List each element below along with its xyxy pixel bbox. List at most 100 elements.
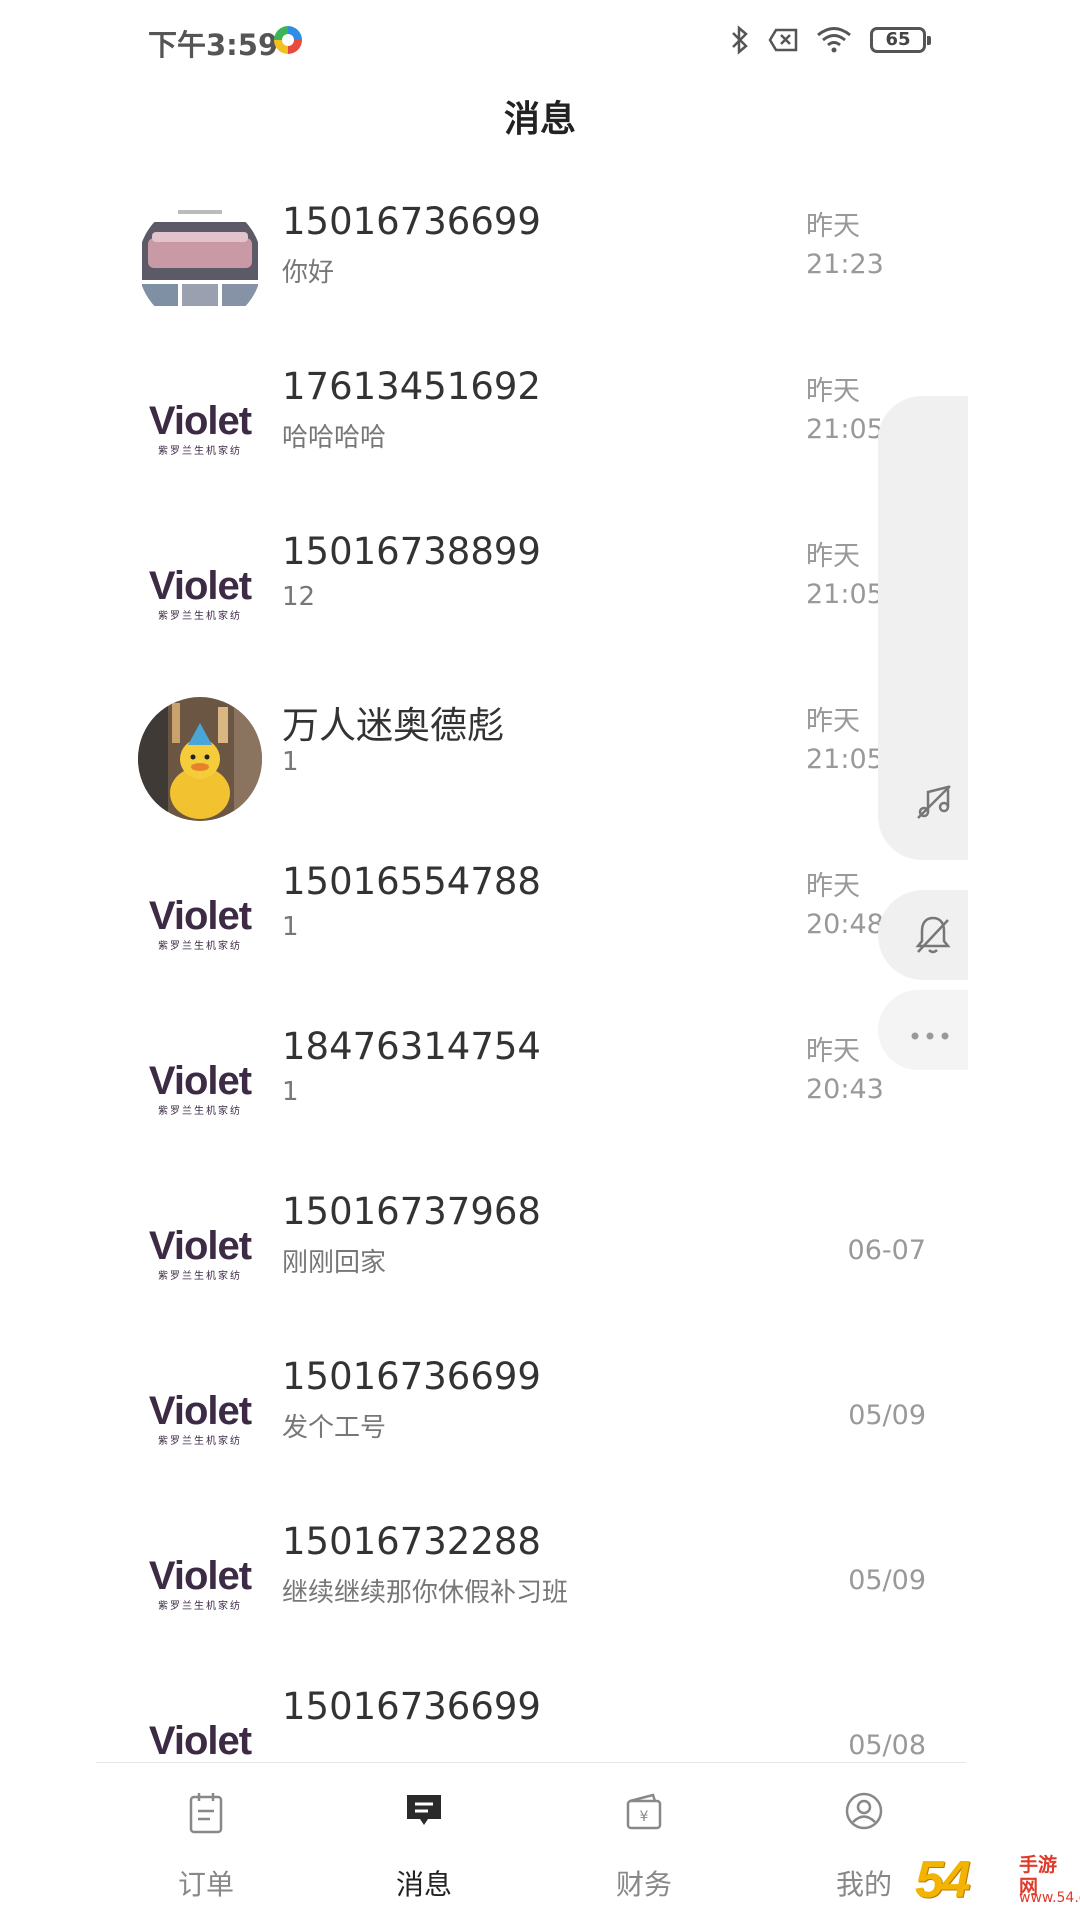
logo-word: Violet (148, 399, 252, 443)
logo-subtitle: 紫罗兰生机家纺 (158, 1271, 242, 1282)
tab-profile-label: 我的 (835, 1868, 892, 1901)
conversation-timestamp: 昨天 21:23 (806, 208, 884, 284)
conversation-timestamp: 05/09 (848, 1400, 926, 1431)
more-bubble[interactable] (878, 990, 968, 1070)
timestamp-date: 昨天 (806, 871, 860, 902)
avatar[interactable]: Violet 紫罗兰生机家纺 (138, 1522, 262, 1646)
avatar[interactable]: Violet 紫罗兰生机家纺 (138, 532, 262, 656)
logo-word: Violet (148, 1554, 252, 1598)
violet-logo-icon: Violet 紫罗兰生机家纺 (138, 1061, 262, 1117)
conversation-name: 15016738899 (282, 530, 541, 573)
avatar[interactable]: Violet 紫罗兰生机家纺 (138, 367, 262, 491)
conversation-timestamp: 05/09 (848, 1565, 926, 1596)
conversation-timestamp: 昨天 20:43 (806, 1033, 884, 1109)
bedding-photo-icon (138, 202, 262, 326)
violet-logo-icon: Violet 紫罗兰生机家纺 (138, 1226, 262, 1282)
tab-messages[interactable]: 消息 (354, 1763, 494, 1920)
battery-icon: 65 (870, 27, 931, 53)
conversation-name: 万人迷奥德彪 (282, 704, 504, 747)
sim-off-icon (768, 28, 798, 52)
mute-bubble[interactable] (878, 890, 968, 980)
violet-logo-icon: Violet 紫罗兰生机家纺 (138, 401, 262, 457)
conversation-name: 15016554788 (282, 860, 541, 903)
conversation-row[interactable]: Violet紫罗兰生机家纺 15016736699 05/08 (0, 1665, 1080, 1762)
floating-side-panel[interactable] (878, 396, 968, 860)
logo-subtitle: 紫罗兰生机家纺 (158, 941, 242, 952)
logo-word: Violet (148, 1719, 252, 1762)
conversation-preview: 12 (282, 582, 316, 612)
violet-logo-icon: Violet紫罗兰生机家纺 (138, 1721, 262, 1762)
tab-finance-label: 财务 (615, 1868, 672, 1901)
logo-subtitle: 紫罗兰生机家纺 (158, 446, 242, 457)
logo-word: Violet (148, 1224, 252, 1268)
tab-orders[interactable]: 订单 (136, 1763, 276, 1920)
conversation-row[interactable]: Violet 紫罗兰生机家纺 15016732288 继续继续那你休假补习班 05/09 (0, 1500, 1080, 1665)
conversation-preview: 你好 (282, 258, 335, 288)
logo-subtitle: 紫罗兰生机家纺 (158, 1601, 242, 1612)
bell-off-icon[interactable] (914, 914, 952, 960)
avatar[interactable]: Violet紫罗兰生机家纺 (138, 1687, 262, 1762)
timestamp-time: 21:05 (806, 579, 884, 610)
timestamp-date: 昨天 (806, 376, 860, 407)
conversation-timestamp: 昨天 20:48 (806, 868, 884, 944)
wifi-icon (816, 26, 852, 54)
site-watermark: 54 手游网 www.54.cn (915, 1850, 1080, 1916)
message-icon (404, 1791, 444, 1835)
logo-subtitle: 紫罗兰生机家纺 (158, 1106, 242, 1117)
logo-word: Violet (148, 1389, 252, 1433)
conversation-name: 18476314754 (282, 1025, 541, 1068)
violet-logo-icon: Violet 紫罗兰生机家纺 (138, 1556, 262, 1612)
logo-subtitle: 紫罗兰生机家纺 (158, 611, 242, 622)
timestamp-date: 昨天 (806, 1036, 860, 1067)
conversation-row[interactable]: Violet 紫罗兰生机家纺 15016737968 刚刚回家 06-07 (0, 1170, 1080, 1335)
conversation-preview: 1 (282, 1077, 299, 1107)
timestamp-time: 21:23 (806, 249, 884, 280)
logo-subtitle: 紫罗兰生机家纺 (158, 1436, 242, 1447)
conversation-row[interactable]: 15016736699 你好 昨天 21:23 (0, 180, 1080, 345)
avatar[interactable]: Violet 紫罗兰生机家纺 (138, 1027, 262, 1151)
tab-finance[interactable]: ¥ 财务 (574, 1763, 714, 1920)
conversation-preview: 1 (282, 912, 299, 942)
conversation-timestamp: 06-07 (847, 1235, 926, 1266)
logo-word: Violet (148, 564, 252, 608)
music-off-icon[interactable] (914, 782, 954, 826)
conversation-preview: 哈哈哈哈 (282, 423, 387, 453)
tab-profile[interactable]: 我的 (794, 1763, 934, 1920)
avatar[interactable] (138, 202, 262, 326)
profile-icon (844, 1791, 884, 1835)
timestamp-time: 20:43 (806, 1074, 884, 1105)
bluetooth-icon (730, 25, 750, 55)
conversation-name: 15016736699 (282, 1685, 541, 1728)
finance-icon: ¥ (625, 1791, 663, 1835)
order-icon (188, 1791, 224, 1839)
watermark-url: www.54.cn (1019, 1890, 1080, 1906)
conversation-preview: 发个工号 (282, 1413, 387, 1443)
avatar[interactable]: Violet 紫罗兰生机家纺 (138, 1192, 262, 1316)
conversation-preview: 1 (282, 747, 299, 777)
timestamp-time: 21:05 (806, 414, 884, 445)
status-icons: 65 (730, 20, 931, 60)
logo-word: Violet (148, 1059, 252, 1103)
page-title: 消息 (503, 99, 576, 140)
conversation-timestamp: 昨天 21:05 (806, 703, 884, 779)
tab-messages-label: 消息 (395, 1868, 452, 1901)
conversation-preview: 继续继续那你休假补习班 (282, 1578, 569, 1608)
avatar[interactable]: Violet紫罗兰生机家纺 (138, 862, 262, 986)
app-notification-icon (272, 24, 304, 56)
more-icon[interactable] (910, 1026, 950, 1045)
violet-logo-icon: Violet 紫罗兰生机家纺 (138, 1391, 262, 1447)
conversation-name: 15016732288 (282, 1520, 541, 1563)
conversation-timestamp: 昨天 21:05 (806, 373, 884, 449)
conversation-row[interactable]: Violet 紫罗兰生机家纺 15016736699 发个工号 05/09 (0, 1335, 1080, 1500)
timestamp-date: 昨天 (806, 211, 860, 242)
conversation-timestamp: 昨天 21:05 (806, 538, 884, 614)
svg-text:¥: ¥ (640, 1809, 649, 1825)
status-time: 下午3:59 (148, 28, 279, 62)
messages-screen: 下午3:59 65 消息 15016736699 你好 昨天 21:23 Vio… (0, 0, 1080, 1920)
status-bar: 下午3:59 65 (0, 0, 1080, 80)
conversation-name: 15016737968 (282, 1190, 541, 1233)
violet-logo-icon: Violet 紫罗兰生机家纺 (138, 566, 262, 622)
avatar[interactable]: Violet 紫罗兰生机家纺 (138, 1357, 262, 1481)
avatar[interactable] (138, 697, 262, 821)
timestamp-time: 21:05 (806, 744, 884, 775)
